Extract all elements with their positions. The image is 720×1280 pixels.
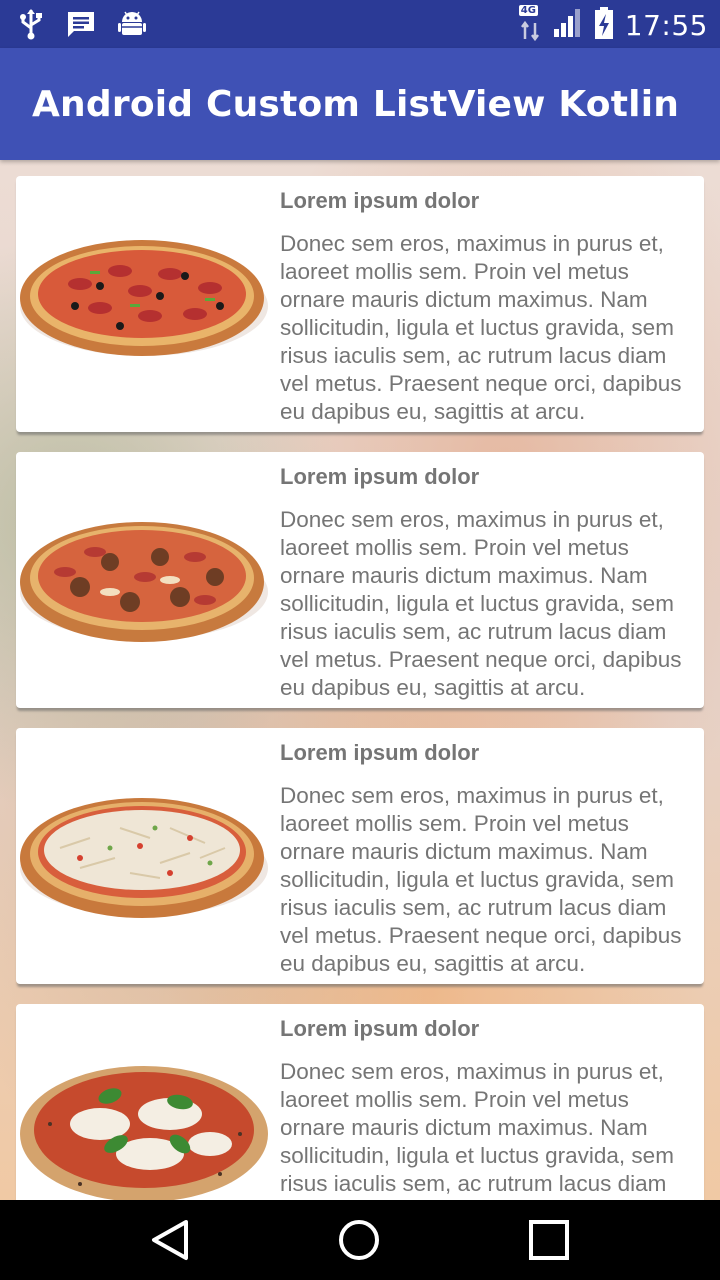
item-description: Donec sem eros, maximus in purus et, lao… (280, 1059, 681, 1200)
item-description: Donec sem eros, maximus in purus et, lao… (280, 783, 682, 976)
list-item[interactable]: Lorem ipsum dolor Donec sem eros, maximu… (16, 1004, 704, 1200)
item-description: Donec sem eros, maximus in purus et, lao… (280, 231, 682, 424)
android-icon (118, 9, 146, 43)
meat-pizza-image (20, 522, 268, 642)
app-bar: Android Custom ListView Kotlin (0, 48, 720, 160)
home-icon[interactable] (337, 1218, 381, 1262)
page-title: Android Custom ListView Kotlin (32, 84, 680, 125)
usb-icon (18, 8, 44, 44)
list-item[interactable]: Lorem ipsum dolor Donec sem eros, maximu… (16, 728, 704, 984)
item-title: Lorem ipsum dolor (280, 740, 480, 765)
message-icon (66, 9, 96, 43)
clock: 17:55 (624, 8, 708, 42)
pepperoni-pizza-image (20, 240, 268, 356)
recents-icon[interactable] (527, 1218, 571, 1262)
list-item[interactable]: Lorem ipsum dolor Donec sem eros, maximu… (16, 176, 704, 432)
item-title: Lorem ipsum dolor (280, 188, 480, 213)
cheese-pizza-image (20, 798, 268, 918)
list-item[interactable]: Lorem ipsum dolor Donec sem eros, maximu… (16, 452, 704, 708)
margherita-pizza-image (20, 1066, 268, 1200)
item-title: Lorem ipsum dolor (280, 464, 480, 489)
status-bar: 4G 17:55 (0, 0, 720, 48)
navigation-bar (0, 1200, 720, 1280)
battery-icon (593, 6, 615, 44)
network-icon: 4G (518, 5, 543, 43)
item-description: Donec sem eros, maximus in purus et, lao… (280, 507, 682, 700)
item-title: Lorem ipsum dolor (280, 1016, 480, 1041)
signal-icon (553, 7, 583, 43)
list-view[interactable]: Lorem ipsum dolor Donec sem eros, maximu… (0, 160, 720, 1200)
back-icon[interactable] (148, 1218, 192, 1262)
